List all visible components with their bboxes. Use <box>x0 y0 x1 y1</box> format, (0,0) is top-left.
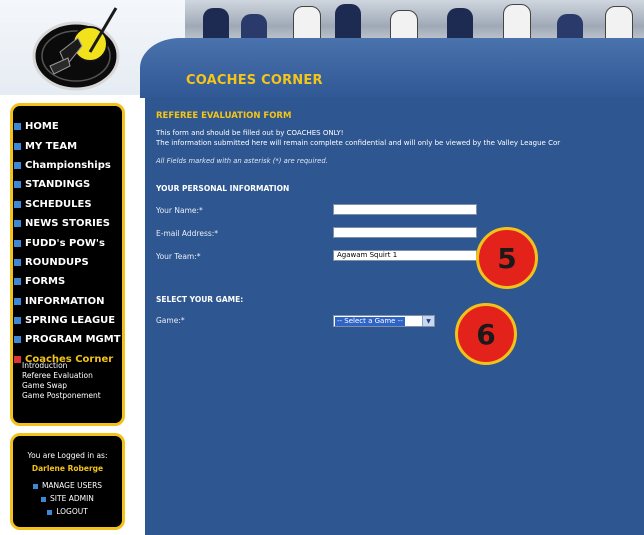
site-admin-label: SITE ADMIN <box>50 494 94 503</box>
manage-users-label: MANAGE USERS <box>41 481 103 490</box>
bullet-icon <box>14 278 21 286</box>
step-badge-6: 6 <box>455 303 517 365</box>
subnav-item-introduction[interactable]: Introduction <box>22 361 126 371</box>
nav-item-label: SPRING LEAGUE <box>25 315 116 327</box>
nav-item-label: FORMS <box>25 276 66 288</box>
logged-in-label: You are Logged in as: <box>27 451 108 460</box>
nav-item-roundups[interactable]: ROUNDUPS <box>14 253 126 272</box>
league-logo[interactable] <box>20 6 130 96</box>
bullet-icon <box>14 355 21 363</box>
nav-item-label: SCHEDULES <box>25 198 92 210</box>
name-field[interactable] <box>333 204 477 215</box>
bullet-icon <box>14 258 21 266</box>
chevron-down-icon[interactable]: ▼ <box>422 316 434 326</box>
header-title-band <box>140 38 644 98</box>
required-note: All Fields marked with an asterisk (*) a… <box>156 157 328 165</box>
nav-item-fudds-pows[interactable]: FUDD's POW's <box>14 233 126 252</box>
nav-item-label: ROUNDUPS <box>25 256 89 268</box>
nav-item-label: STANDINGS <box>25 179 91 191</box>
bullet-icon <box>14 142 21 150</box>
game-select-value: -- Select a Game -- <box>335 316 405 326</box>
form-intro-line1: This form and should be filled out by CO… <box>156 129 344 137</box>
nav-item-forms[interactable]: FORMS <box>14 272 126 291</box>
bullet-icon <box>14 181 21 189</box>
nav-item-label: NEWS STORIES <box>25 218 110 230</box>
bullet-icon <box>14 336 21 344</box>
team-label: Your Team:* <box>156 252 201 261</box>
bullet-icon <box>14 239 21 247</box>
nav-item-information[interactable]: INFORMATION <box>14 292 126 311</box>
nav-item-championships[interactable]: Championships <box>14 156 126 175</box>
subnav-item-referee-evaluation[interactable]: Referee Evaluation <box>22 371 126 381</box>
email-label: E-mail Address:* <box>156 229 219 238</box>
nav-item-news-stories[interactable]: NEWS STORIES <box>14 214 126 233</box>
main-nav: HOME MY TEAM Championships STANDINGS SCH… <box>14 117 126 369</box>
nav-item-standings[interactable]: STANDINGS <box>14 175 126 194</box>
logged-in-user: Darlene Roberge <box>31 464 104 473</box>
nav-item-label: INFORMATION <box>25 295 105 307</box>
logout-link[interactable]: LOGOUT <box>10 507 125 516</box>
select-game-heading: SELECT YOUR GAME: <box>156 295 244 304</box>
nav-item-my-team[interactable]: MY TEAM <box>14 136 126 155</box>
nav-item-home[interactable]: HOME <box>14 117 126 136</box>
bullet-icon <box>14 123 21 131</box>
bullet-icon <box>14 317 21 325</box>
nav-item-spring-league[interactable]: SPRING LEAGUE <box>14 311 126 330</box>
bullet-icon <box>14 220 21 228</box>
form-title: REFEREE EVALUATION FORM <box>156 111 292 121</box>
nav-item-schedules[interactable]: SCHEDULES <box>14 195 126 214</box>
bullet-icon <box>14 161 21 169</box>
name-label: Your Name:* <box>156 206 203 215</box>
coaches-subnav: Introduction Referee Evaluation Game Swa… <box>22 361 126 401</box>
site-admin-link[interactable]: SITE ADMIN <box>10 494 125 503</box>
nav-item-label: MY TEAM <box>25 140 78 152</box>
bullet-icon <box>41 496 47 502</box>
page-title: COACHES CORNER <box>186 73 323 88</box>
manage-users-link[interactable]: MANAGE USERS <box>10 481 125 490</box>
bullet-icon <box>32 483 38 489</box>
game-label: Game:* <box>156 316 185 325</box>
game-select[interactable]: -- Select a Game -- ▼ <box>333 315 435 327</box>
nav-item-label: PROGRAM MGMT <box>25 334 121 346</box>
form-intro-line2: The information submitted here will rema… <box>156 139 561 147</box>
nav-item-label: Championships <box>25 159 111 171</box>
team-field[interactable]: Agawam Squirt 1 <box>333 250 477 261</box>
nav-item-label: FUDD's POW's <box>25 237 105 249</box>
bullet-icon <box>14 200 21 208</box>
bullet-icon <box>47 509 53 515</box>
subnav-item-game-swap[interactable]: Game Swap <box>22 381 126 391</box>
logout-label: LOGOUT <box>56 507 88 516</box>
personal-info-heading: YOUR PERSONAL INFORMATION <box>156 184 290 193</box>
nav-item-program-mgmt[interactable]: PROGRAM MGMT <box>14 330 126 349</box>
subnav-item-game-postponement[interactable]: Game Postponement <box>22 391 126 401</box>
nav-item-label: HOME <box>25 121 59 133</box>
email-field[interactable] <box>333 227 477 238</box>
step-badge-5: 5 <box>476 227 538 289</box>
bullet-icon <box>14 297 21 305</box>
